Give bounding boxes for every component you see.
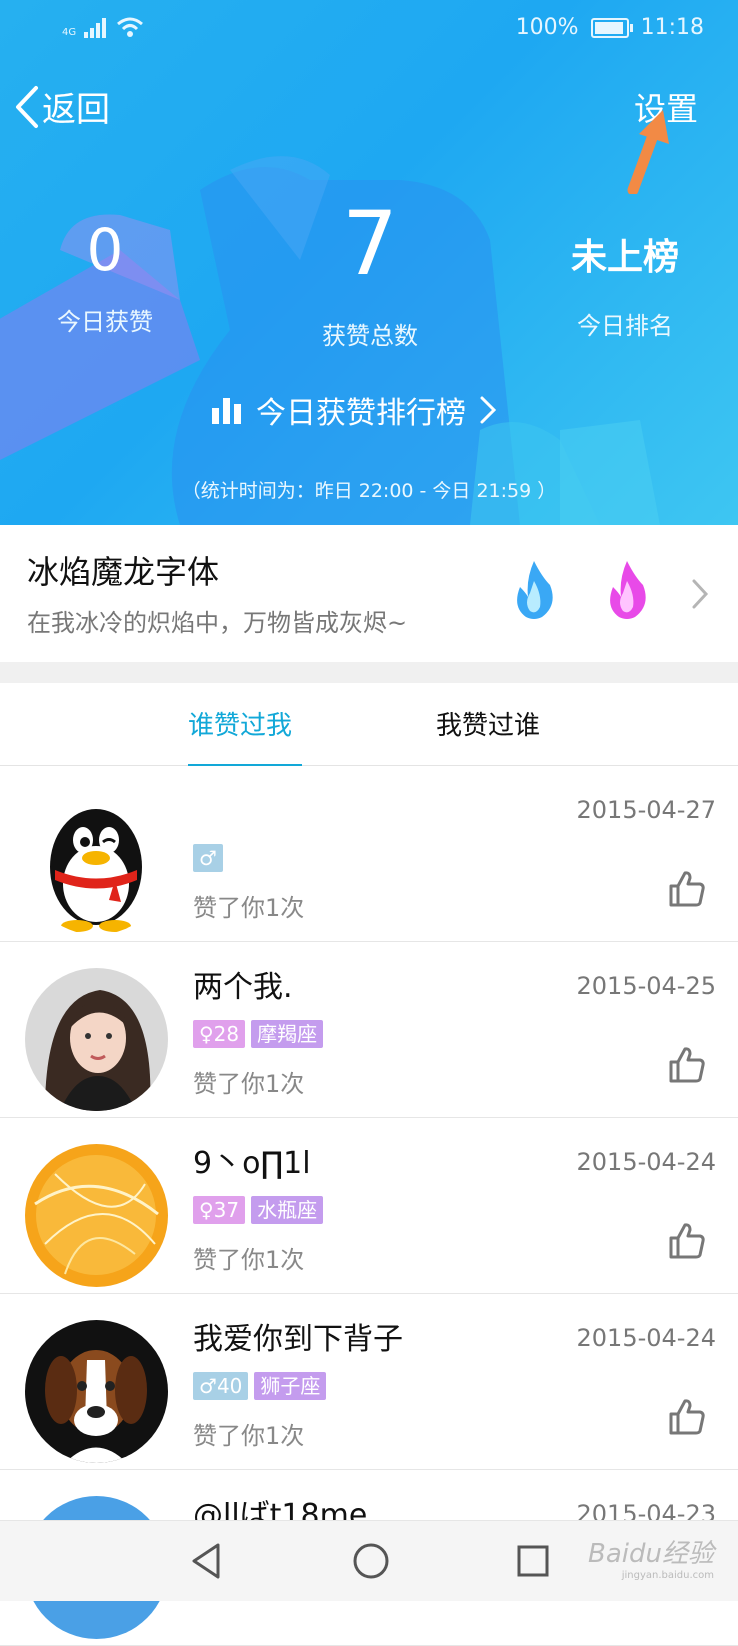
like-count-text: 赞了你1次 (193, 1246, 305, 1274)
ranking-link[interactable]: 今日获赞排行榜 (212, 388, 498, 432)
blue-flame-icon (517, 561, 553, 619)
battery-icon (590, 17, 633, 38)
back-triangle-icon[interactable] (186, 1539, 226, 1583)
network-type: 4G (62, 27, 77, 38)
today-rank-stat: 未上榜 今日排名 (550, 236, 700, 341)
user-name: 两个我. (193, 970, 293, 1005)
today-likes-value: 0 (86, 216, 124, 284)
avatar[interactable] (25, 1144, 168, 1287)
system-navigation-bar: Baidu经验 jingyan.baidu.com (0, 1520, 738, 1601)
like-count-text: 赞了你1次 (193, 894, 305, 922)
total-likes-label: 获赞总数 (322, 322, 418, 350)
list-item[interactable]: 两个我. 2015-04-25 ♀28 摩羯座 赞了你1次 (0, 942, 738, 1118)
back-button[interactable]: 返回 (12, 82, 110, 131)
gender-age-tag: ♀28 (193, 1020, 246, 1048)
age: 40 (216, 1374, 243, 1398)
likes-list: 2015-04-27 ♂ 赞了你1次 两个我. 2015-04-25 ♀28 摩… (0, 766, 738, 1646)
user-name: 9丶o∏1l (193, 1146, 311, 1181)
watermark-text: Baidu经验 (588, 1539, 714, 1569)
orange-arrow-annotation (627, 110, 669, 194)
today-likes-label: 今日获赞 (57, 308, 153, 336)
watermark: Baidu经验 jingyan.baidu.com (588, 1533, 714, 1581)
like-count-text: 赞了你1次 (193, 1422, 305, 1450)
today-likes-stat: 0 今日获赞 (40, 220, 170, 337)
dog-avatar-icon (25, 1320, 168, 1463)
gender-symbol: ♂ (199, 1374, 217, 1398)
user-name: 我爱你到下背子 (193, 1322, 403, 1357)
bar-chart-icon (212, 398, 241, 424)
clock: 11:18 (640, 15, 704, 40)
avatar[interactable] (25, 792, 168, 935)
recents-square-icon[interactable] (513, 1539, 553, 1583)
ranking-link-label: 今日获赞排行榜 (256, 396, 466, 431)
like-date: 2015-04-25 (576, 972, 716, 1000)
like-count-text: 赞了你1次 (193, 1070, 305, 1098)
chevron-right-icon (480, 396, 497, 424)
gender-symbol: ♀ (199, 1198, 214, 1222)
abstract-orange-avatar-icon (25, 1144, 168, 1287)
thumbs-up-icon[interactable] (668, 1398, 706, 1436)
pink-flame-icon (610, 561, 646, 619)
tab-who-i-liked[interactable]: 我赞过谁 (436, 705, 540, 742)
penguin-avatar-icon (25, 792, 168, 935)
thumbs-up-icon[interactable] (668, 870, 706, 908)
age: 37 (213, 1198, 240, 1222)
like-date: 2015-04-24 (576, 1148, 716, 1176)
watermark-sub: jingyan.baidu.com (621, 1570, 714, 1581)
today-rank-label: 今日排名 (577, 312, 673, 340)
like-date: 2015-04-27 (576, 796, 716, 824)
thumbs-up-icon[interactable] (668, 1222, 706, 1260)
thumbs-up-icon[interactable] (668, 1046, 706, 1084)
font-banner[interactable]: 冰焰魔龙字体 在我冰冷的炽焰中，万物皆成灰烬~ (0, 525, 738, 662)
chevron-right-icon (692, 579, 709, 609)
battery-percent: 100% (515, 15, 579, 40)
total-likes-stat: 7 获赞总数 (290, 200, 450, 351)
back-label: 返回 (42, 90, 110, 130)
user-tags: ♀28 摩羯座 (193, 1020, 324, 1048)
user-tags: ♀37 水瓶座 (193, 1196, 324, 1224)
avatar[interactable] (25, 1320, 168, 1463)
woman-avatar-icon (25, 968, 168, 1111)
tab-who-liked-me[interactable]: 谁赞过我 (188, 705, 303, 770)
gender-tag: ♂ (193, 844, 223, 872)
signal-icon (84, 18, 107, 38)
status-bar: 4G 100% 11:18 (0, 0, 738, 58)
list-item[interactable]: 我爱你到下背子 2015-04-24 ♂40 狮子座 赞了你1次 (0, 1294, 738, 1470)
wifi-icon (117, 17, 144, 37)
gender-age-tag: ♂40 (193, 1372, 249, 1400)
list-item[interactable]: 2015-04-27 ♂ 赞了你1次 (0, 766, 738, 942)
gender-symbol: ♀ (199, 1022, 214, 1046)
chevron-left-icon (16, 85, 38, 128)
user-tags: ♂40 狮子座 (193, 1372, 327, 1400)
age: 28 (213, 1022, 240, 1046)
avatar[interactable] (25, 968, 168, 1111)
zodiac-tag: 摩羯座 (251, 1020, 324, 1048)
stat-time-note: （统计时间为：昨日 22:00 - 今日 21:59 ） (181, 480, 557, 502)
list-item[interactable]: 9丶o∏1l 2015-04-24 ♀37 水瓶座 赞了你1次 (0, 1118, 738, 1294)
tab-bar: 谁赞过我 我赞过谁 (0, 683, 738, 770)
total-likes-value: 7 (342, 192, 398, 295)
zodiac-tag: 狮子座 (254, 1372, 327, 1400)
likes-header: 4G 100% 11:18 返回 设置 0 今日获赞 7 获赞总数 未上榜 今日… (0, 0, 738, 525)
zodiac-tag: 水瓶座 (251, 1196, 324, 1224)
font-banner-subtitle: 在我冰冷的炽焰中，万物皆成灰烬~ (27, 609, 408, 637)
today-rank-value: 未上榜 (570, 237, 679, 278)
section-divider (0, 662, 738, 683)
home-circle-icon[interactable] (349, 1539, 393, 1583)
font-banner-title: 冰焰魔龙字体 (27, 553, 220, 591)
user-tags: ♂ (193, 844, 223, 872)
gender-age-tag: ♀37 (193, 1196, 246, 1224)
like-date: 2015-04-24 (576, 1324, 716, 1352)
